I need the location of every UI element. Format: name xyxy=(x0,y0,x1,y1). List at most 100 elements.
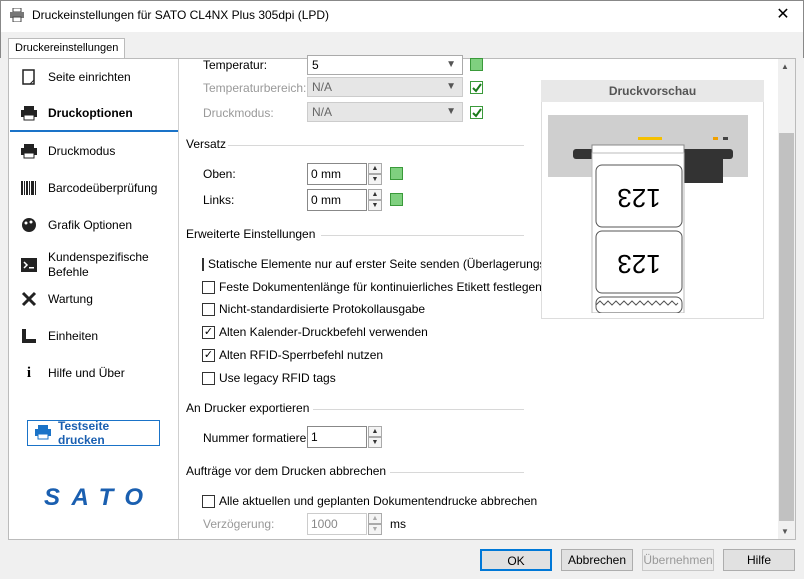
sidebar-item-einheiten[interactable]: Einheiten xyxy=(10,318,178,354)
offset-top-label: Oben: xyxy=(203,167,236,181)
sidebar-item-label: Seite einrichten xyxy=(48,70,131,84)
option-legacy-calendar[interactable]: ✓ Alten Kalender-Druckbefehl verwenden xyxy=(202,325,428,339)
tab-druckereinstellungen[interactable]: Druckereinstellungen xyxy=(8,38,126,59)
sato-logo: SATO xyxy=(42,484,150,513)
graphics-icon xyxy=(20,216,38,234)
printer-preview-image xyxy=(548,115,748,316)
wrench-icon xyxy=(20,290,38,308)
print-mode-value: N/A xyxy=(312,105,333,119)
temperature-override-checkbox[interactable] xyxy=(470,58,483,71)
offset-top-checkbox[interactable] xyxy=(390,167,403,180)
temperature-value: 5 xyxy=(312,58,319,72)
temperature-range-select[interactable]: N/A ▼ xyxy=(307,77,463,97)
temperature-select[interactable]: 5 ▼ xyxy=(307,55,463,75)
ok-button[interactable]: OK xyxy=(480,549,552,571)
chevron-down-icon: ▼ xyxy=(446,81,456,92)
sidebar-item-seite-einrichten[interactable]: Seite einrichten xyxy=(10,59,178,95)
spin-up-icon[interactable]: ▲ xyxy=(368,163,382,174)
printer-icon xyxy=(20,104,38,122)
export-section-title: An Drucker exportieren xyxy=(186,401,310,415)
advanced-section-title: Erweiterte Einstellungen xyxy=(186,227,316,241)
test-print-label: Testseite drucken xyxy=(58,419,110,447)
option-label: Feste Dokumentenlänge für kontinuierlich… xyxy=(219,280,542,294)
option-label: Nicht-standardisierte Protokollausgabe xyxy=(219,302,426,316)
delay-input[interactable]: 1000 xyxy=(307,513,367,535)
option-label: Alten RFID-Sperrbefehl nutzen xyxy=(219,348,384,362)
checkbox-checked[interactable]: ✓ xyxy=(202,325,215,339)
chevron-down-icon: ▼ xyxy=(446,59,456,70)
label-preview-text-2: 123 xyxy=(617,249,661,279)
spin-down-icon[interactable]: ▼ xyxy=(368,437,382,448)
option-label: Statische Elemente nur auf erster Seite … xyxy=(208,257,542,271)
option-cancel-all-jobs[interactable]: Alle aktuellen und geplanten Dokumentend… xyxy=(202,494,537,508)
checkbox[interactable] xyxy=(202,494,215,508)
scroll-up-icon[interactable]: ▲ xyxy=(781,62,789,71)
sidebar-item-wartung[interactable]: Wartung xyxy=(10,281,178,317)
sidebar-item-label: Grafik Optionen xyxy=(48,218,133,232)
sidebar-item-grafik-optionen[interactable]: Grafik Optionen xyxy=(10,207,178,243)
checkbox[interactable] xyxy=(202,302,215,316)
apply-button[interactable]: Übernehmen xyxy=(642,549,714,571)
option-label: Alten Kalender-Druckbefehl verwenden xyxy=(219,325,428,339)
sidebar-item-label: Einheiten xyxy=(48,329,99,343)
offset-divider xyxy=(228,145,524,146)
cancel-button[interactable]: Abbrechen xyxy=(561,549,633,571)
spin-down-icon[interactable]: ▼ xyxy=(368,524,382,535)
print-mode-icon xyxy=(20,142,38,160)
sidebar-divider xyxy=(178,59,179,539)
offset-left-checkbox[interactable] xyxy=(390,193,403,206)
spin-up-icon[interactable]: ▲ xyxy=(368,426,382,437)
offset-section-title: Versatz xyxy=(186,137,227,151)
delay-unit: ms xyxy=(390,517,406,531)
offset-left-input[interactable]: 0 mm xyxy=(307,189,367,211)
export-divider xyxy=(313,409,524,410)
sidebar-item-label: Kundenspezifische Befehle xyxy=(48,250,149,279)
number-format-input[interactable]: 1 xyxy=(307,426,367,448)
sidebar-item-hilfe-und-ueber[interactable]: i Hilfe und Über xyxy=(10,355,178,391)
sidebar-item-label: Hilfe und Über xyxy=(48,366,125,380)
checkbox[interactable] xyxy=(202,371,215,385)
advanced-divider xyxy=(321,235,524,236)
spin-down-icon[interactable]: ▼ xyxy=(368,174,382,185)
print-mode-label: Druckmodus: xyxy=(203,106,274,120)
offset-left-label: Links: xyxy=(203,193,235,207)
checkbox[interactable] xyxy=(202,280,215,294)
window-title: Druckeinstellungen für SATO CL4NX Plus 3… xyxy=(32,8,330,22)
info-icon: i xyxy=(26,364,32,381)
printer-app-icon xyxy=(9,7,25,23)
temperature-range-checkbox[interactable] xyxy=(470,81,483,94)
help-button[interactable]: Hilfe xyxy=(723,549,795,571)
scroll-down-icon[interactable]: ▼ xyxy=(781,527,789,536)
cancel-divider xyxy=(390,472,524,473)
option-nonstandard-protocol[interactable]: Nicht-standardisierte Protokollausgabe xyxy=(202,302,425,316)
sidebar-item-label: Druckmodus xyxy=(48,144,116,158)
command-icon xyxy=(20,256,38,274)
print-preview-title: Druckvorschau xyxy=(541,80,764,102)
option-static-elements[interactable]: Statische Elemente nur auf erster Seite … xyxy=(202,257,542,271)
delay-label: Verzögerung: xyxy=(203,517,275,531)
svg-text:SATO: SATO xyxy=(44,484,146,510)
checkbox-checked[interactable]: ✓ xyxy=(202,348,215,362)
sidebar: Seite einrichten Druckoptionen Druckmodu… xyxy=(10,59,178,539)
option-legacy-rfid-lock[interactable]: ✓ Alten RFID-Sperrbefehl nutzen xyxy=(202,348,383,362)
print-mode-select[interactable]: N/A ▼ xyxy=(307,102,463,122)
close-icon[interactable]: ✕ xyxy=(770,4,796,26)
temperature-range-label: Temperaturbereich: xyxy=(203,81,307,95)
checkbox[interactable] xyxy=(202,257,204,271)
option-fixed-length[interactable]: Feste Dokumentenlänge für kontinuierlich… xyxy=(202,280,542,294)
sidebar-item-kundenspezifische-befehle[interactable]: Kundenspezifische Befehle xyxy=(10,244,178,286)
sidebar-item-barcodeueberpruefung[interactable]: Barcodeüberprüfung xyxy=(10,170,178,206)
temperature-label: Temperatur: xyxy=(203,58,268,72)
offset-top-input[interactable]: 0 mm xyxy=(307,163,367,185)
scrollbar-thumb[interactable] xyxy=(779,133,794,521)
sidebar-item-druckmodus[interactable]: Druckmodus xyxy=(10,133,178,169)
test-print-button[interactable]: Testseite drucken xyxy=(27,419,160,447)
spin-up-icon[interactable]: ▲ xyxy=(368,189,382,200)
page-setup-icon xyxy=(20,68,38,86)
label-preview-text-1: 123 xyxy=(617,183,661,213)
spin-down-icon[interactable]: ▼ xyxy=(368,200,382,211)
sidebar-item-druckoptionen[interactable]: Druckoptionen xyxy=(10,96,178,132)
print-mode-checkbox[interactable] xyxy=(470,106,483,119)
spin-up-icon[interactable]: ▲ xyxy=(368,513,382,524)
option-legacy-rfid-tags[interactable]: Use legacy RFID tags xyxy=(202,371,336,385)
